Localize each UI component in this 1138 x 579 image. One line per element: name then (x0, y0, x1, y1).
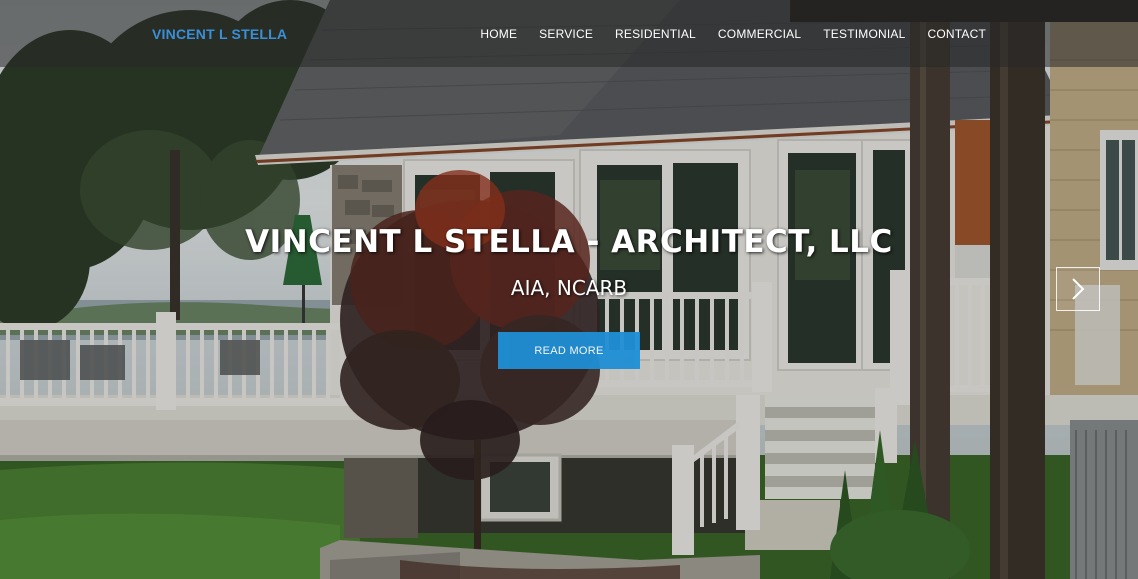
carousel-next-button[interactable] (1056, 267, 1100, 311)
nav-item-home[interactable]: HOME (480, 27, 517, 41)
hero-subtitle: AIA, NCARB (510, 276, 628, 300)
hero-title: VINCENT L STELLA - ARCHITECT, LLC (245, 224, 893, 260)
top-navbar: VINCENT L STELLA HOME SERVICE RESIDENTIA… (0, 0, 1138, 67)
nav-item-testimonial[interactable]: TESTIMONIAL (823, 27, 905, 41)
nav-item-service[interactable]: SERVICE (539, 27, 593, 41)
main-nav: HOME SERVICE RESIDENTIAL COMMERCIAL TEST… (480, 27, 986, 41)
chevron-right-icon (1072, 278, 1085, 300)
nav-item-contact[interactable]: CONTACT (927, 27, 986, 41)
nav-item-commercial[interactable]: COMMERCIAL (718, 27, 801, 41)
brand-logo-link[interactable]: VINCENT L STELLA (152, 26, 287, 42)
nav-item-residential[interactable]: RESIDENTIAL (615, 27, 696, 41)
read-more-button[interactable]: READ MORE (498, 332, 640, 369)
